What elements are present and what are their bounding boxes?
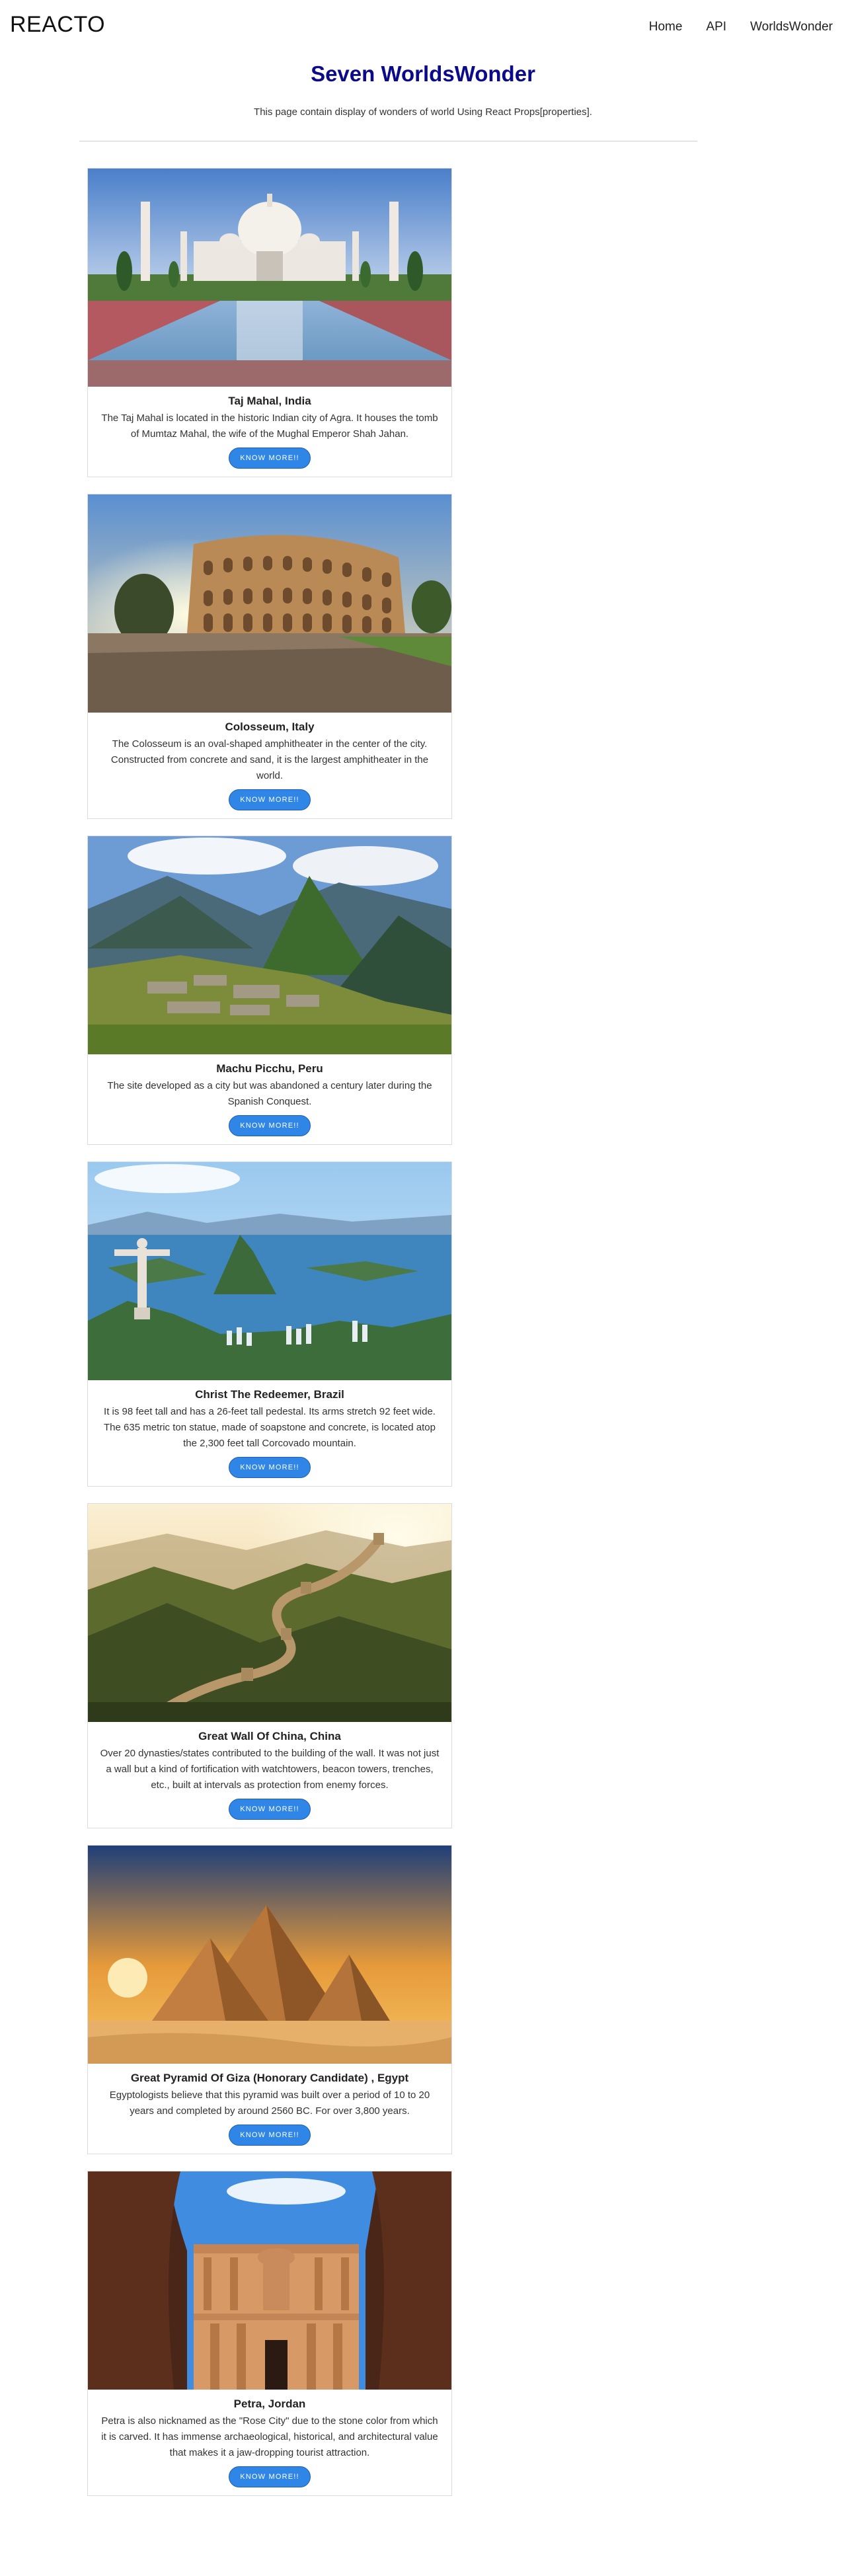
- hero-section: Seven WorldsWonder This page contain dis…: [0, 56, 846, 118]
- know-more-button[interactable]: KNOW MORE!!: [229, 1115, 311, 1136]
- nav-links: Home API WorldsWonder: [649, 20, 833, 34]
- christ-the-redeemer-image: [88, 1162, 451, 1380]
- card-text: Over 20 dynasties/states contributed to …: [100, 1748, 440, 1791]
- card-title: Machu Picchu, Peru: [216, 1062, 323, 1075]
- colosseum-image: [88, 494, 451, 713]
- know-more-button[interactable]: KNOW MORE!!: [229, 2125, 311, 2146]
- card-text: The Taj Mahal is located in the historic…: [101, 412, 438, 440]
- brand-logo[interactable]: REACTO: [10, 12, 105, 38]
- taj-mahal-image: [88, 169, 451, 387]
- card-text: It is 98 feet tall and has a 26-feet tal…: [104, 1406, 436, 1449]
- nav-link-worldswonder[interactable]: WorldsWonder: [750, 20, 833, 34]
- wonder-card-machu-picchu: Machu Picchu, Peru The site developed as…: [87, 836, 452, 1145]
- card-title: Colosseum, Italy: [225, 721, 315, 733]
- page-subtitle: This page contain display of wonders of …: [254, 106, 592, 118]
- card-text: Egyptologists believe that this pyramid …: [109, 2089, 430, 2117]
- wonder-card-great-wall: Great Wall Of China, China Over 20 dynas…: [87, 1503, 452, 1828]
- know-more-button[interactable]: KNOW MORE!!: [229, 2466, 311, 2487]
- machu-picchu-image: [88, 836, 451, 1054]
- card-title: Taj Mahal, India: [228, 395, 311, 407]
- card-title: Petra, Jordan: [233, 2398, 306, 2410]
- card-text: The site developed as a city but was aba…: [107, 1080, 432, 1107]
- great-wall-image: [88, 1504, 451, 1722]
- know-more-button[interactable]: KNOW MORE!!: [229, 1799, 311, 1820]
- card-text: Petra is also nicknamed as the "Rose Cit…: [101, 2415, 438, 2458]
- know-more-button[interactable]: KNOW MORE!!: [229, 1457, 311, 1478]
- wonder-card-colosseum: Colosseum, Italy The Colosseum is an ova…: [87, 494, 452, 819]
- know-more-button[interactable]: KNOW MORE!!: [229, 448, 311, 469]
- wonder-card-christ-the-redeemer: Christ The Redeemer, Brazil It is 98 fee…: [87, 1161, 452, 1487]
- page-title: Seven WorldsWonder: [311, 61, 535, 86]
- wonder-card-petra: Petra, Jordan Petra is also nicknamed as…: [87, 2171, 452, 2496]
- top-navbar: REACTO Home API WorldsWonder: [0, 0, 846, 56]
- wonder-card-list: Taj Mahal, India The Taj Mahal is locate…: [0, 168, 846, 2496]
- card-text: The Colosseum is an oval-shaped amphithe…: [110, 738, 429, 781]
- card-title: Great Pyramid Of Giza (Honorary Candidat…: [130, 2072, 409, 2084]
- card-title: Christ The Redeemer, Brazil: [195, 1388, 344, 1401]
- great-pyramid-image: [88, 1846, 451, 2064]
- wonder-card-great-pyramid: Great Pyramid Of Giza (Honorary Candidat…: [87, 1845, 452, 2154]
- wonder-card-taj-mahal: Taj Mahal, India The Taj Mahal is locate…: [87, 168, 452, 477]
- card-title: Great Wall Of China, China: [198, 1730, 341, 1742]
- nav-link-api[interactable]: API: [706, 20, 726, 34]
- nav-link-home[interactable]: Home: [649, 20, 683, 34]
- petra-image: [88, 2171, 451, 2390]
- know-more-button[interactable]: KNOW MORE!!: [229, 789, 311, 810]
